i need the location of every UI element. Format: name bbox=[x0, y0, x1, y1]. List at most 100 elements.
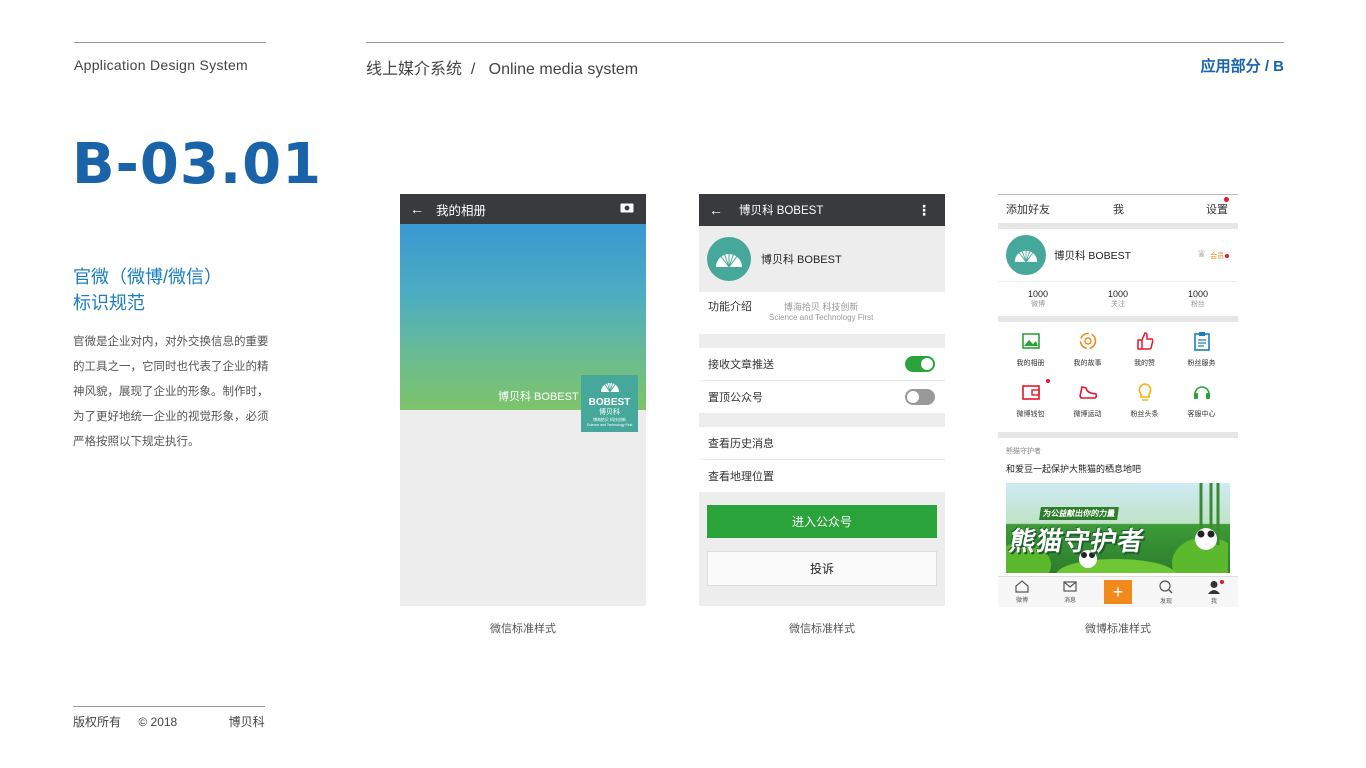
weibo-feature-grid: 我的相册 我的故事 我的赞 粉丝服务 微博钱包 微博运动 粉丝头条 客服中心 bbox=[998, 322, 1238, 432]
settings-button[interactable]: 设置 bbox=[1206, 201, 1228, 217]
nav-home[interactable]: 微博 bbox=[998, 580, 1046, 604]
wallet-icon bbox=[1021, 385, 1040, 400]
weibo-account-name: 博贝科 BOBEST bbox=[1054, 249, 1132, 262]
album-icon bbox=[1021, 333, 1040, 349]
grid-service-center[interactable]: 客服中心 bbox=[1173, 381, 1230, 431]
profile-title-bar: ← 博贝科 BOBEST ⋮ bbox=[699, 194, 945, 226]
intro-row: 功能介绍 博海拾贝 科技创新 Science and Technology Fi… bbox=[699, 292, 945, 334]
stat-weibo[interactable]: 1000 微博 bbox=[998, 289, 1078, 309]
album-cover-name: 博贝科 BOBEST bbox=[498, 391, 579, 403]
shell-logo-icon bbox=[600, 381, 619, 393]
album-avatar: BOBEST 博贝科 博海拾贝 科技创新 Science and Technol… bbox=[581, 375, 638, 432]
weibo-top-bar: 添加好友 我 设置 bbox=[998, 195, 1238, 223]
logo-tag-en: Science and Technology First bbox=[586, 423, 633, 427]
complain-button[interactable]: 投诉 bbox=[707, 551, 937, 586]
header-mid-title: 线上媒介系统 / Online media system bbox=[366, 61, 639, 78]
nav-message[interactable]: 消息 bbox=[1046, 580, 1094, 604]
bulb-icon bbox=[1138, 383, 1151, 401]
stat-fans[interactable]: 1000 粉丝 bbox=[1158, 289, 1238, 309]
grid-headline[interactable]: 粉丝头条 bbox=[1116, 381, 1173, 431]
headset-icon bbox=[1193, 386, 1210, 399]
grid-wallet[interactable]: 微博钱包 bbox=[1002, 379, 1059, 431]
me-title: 我 bbox=[1113, 204, 1124, 216]
section-title-line2: 标识规范 bbox=[73, 293, 145, 313]
enter-account-button[interactable]: 进入公众号 bbox=[707, 505, 937, 538]
feed-banner[interactable]: 为公益献出你的力量 熊猫守护者 bbox=[1006, 483, 1230, 573]
member-dot-icon bbox=[1225, 254, 1229, 258]
notification-dot-icon bbox=[1224, 197, 1229, 202]
banner-small-text: 为公益献出你的力量 bbox=[1039, 507, 1119, 520]
back-arrow-icon[interactable]: ← bbox=[709, 202, 723, 218]
toggle-pin-switch[interactable] bbox=[905, 389, 935, 405]
caption-2: 微信标准样式 bbox=[789, 623, 855, 635]
footer-rule bbox=[73, 706, 265, 707]
grid-story[interactable]: 我的故事 bbox=[1059, 330, 1116, 380]
history-row[interactable]: 查看历史消息 bbox=[699, 427, 945, 459]
story-icon bbox=[1079, 332, 1096, 350]
wechat-album-mockup: ← 我的相册 博贝科 BOBEST BOBEST 博贝科 博海拾贝 科技创新 S… bbox=[400, 194, 646, 606]
back-arrow-icon[interactable]: ← bbox=[410, 201, 424, 217]
profile-bar-title: 博贝科 BOBEST bbox=[739, 205, 824, 217]
history-label: 查看历史消息 bbox=[708, 438, 774, 450]
intro-slogan: 博海拾贝 科技创新 bbox=[783, 302, 859, 312]
account-name: 博贝科 BOBEST bbox=[761, 254, 842, 266]
album-title-bar: ← 我的相册 bbox=[400, 194, 646, 224]
profile-dot-icon bbox=[1220, 579, 1224, 584]
location-row[interactable]: 查看地理位置 bbox=[699, 460, 945, 492]
wallet-dot-icon bbox=[1046, 379, 1050, 383]
weibo-stats: 1000 微博 1000 关注 1000 粉丝 bbox=[998, 281, 1238, 316]
footer-company: 博贝科 bbox=[228, 715, 265, 729]
avatar bbox=[1006, 235, 1046, 275]
footer-year: © 2018 bbox=[138, 715, 178, 729]
shoe-icon bbox=[1078, 386, 1097, 399]
logo-en: BOBEST bbox=[588, 397, 631, 408]
stat-following[interactable]: 1000 关注 bbox=[1078, 289, 1158, 309]
location-label: 查看地理位置 bbox=[708, 471, 774, 483]
shell-logo-icon bbox=[1014, 248, 1038, 263]
feed-text: 和爱豆一起保护大熊猫的栖息地吧 bbox=[1006, 464, 1142, 474]
like-icon bbox=[1136, 332, 1153, 350]
header-right-title: 应用部分 / B bbox=[1200, 58, 1284, 75]
more-icon[interactable]: ⋮ bbox=[917, 202, 931, 219]
footer: 版权所有 © 2018 博贝科 bbox=[73, 713, 279, 730]
camera-icon[interactable] bbox=[620, 202, 634, 216]
weibo-profile-header: 博贝科 BOBEST ♛ 会员 bbox=[998, 229, 1238, 281]
weibo-bottom-nav: 微博 消息 + 发现 我 bbox=[998, 576, 1238, 607]
toggle-push-label: 接收文章推送 bbox=[708, 359, 774, 371]
banner-big-text: 熊猫守护者 bbox=[1007, 526, 1148, 556]
grid-album[interactable]: 我的相册 bbox=[1002, 330, 1059, 380]
section-description: 官微是企业对内，对外交换信息的重要的工具之一，它同时也代表了企业的精神风貌，展现… bbox=[73, 336, 269, 448]
profile-icon bbox=[1208, 580, 1220, 594]
album-cover: 博贝科 BOBEST BOBEST 博贝科 博海拾贝 科技创新 Science … bbox=[400, 224, 646, 432]
header-rule-left bbox=[74, 42, 266, 43]
header-rule-right bbox=[366, 42, 1284, 43]
caption-1: 微信标准样式 bbox=[490, 623, 556, 635]
logo-cn: 博贝科 bbox=[599, 409, 620, 416]
grid-like[interactable]: 我的赞 bbox=[1116, 330, 1173, 380]
member-badge[interactable]: 会员 bbox=[1210, 251, 1224, 261]
discover-icon bbox=[1159, 579, 1173, 593]
wechat-profile-mockup: ← 博贝科 BOBEST ⋮ 博贝科 BOBEST 功能介绍 博海拾贝 科技创新… bbox=[699, 194, 945, 606]
grid-sport[interactable]: 微博运动 bbox=[1059, 381, 1116, 431]
feed-source[interactable]: 熊猫守护者 bbox=[1006, 446, 1238, 456]
toggle-push-row[interactable]: 接收文章推送 bbox=[699, 348, 945, 380]
album-title: 我的相册 bbox=[436, 203, 487, 218]
section-title: 官微（微博/微信） 标识规范 bbox=[73, 264, 273, 316]
toggle-push-switch[interactable] bbox=[905, 356, 935, 372]
toggle-pin-row[interactable]: 置顶公众号 bbox=[699, 381, 945, 413]
intro-label: 功能介绍 bbox=[708, 301, 752, 313]
nav-post[interactable]: + bbox=[1094, 580, 1142, 604]
caption-3: 微博标准样式 bbox=[1085, 623, 1151, 635]
intro-slogan-en: Science and Technology First bbox=[769, 313, 874, 322]
clipboard-icon bbox=[1193, 332, 1210, 351]
footer-copyright: 版权所有 bbox=[73, 715, 122, 729]
grid-fan-service[interactable]: 粉丝服务 bbox=[1173, 330, 1230, 380]
toggle-pin-label: 置顶公众号 bbox=[708, 392, 763, 404]
nav-discover[interactable]: 发现 bbox=[1142, 579, 1190, 605]
avatar bbox=[707, 237, 751, 281]
message-icon bbox=[1063, 580, 1077, 592]
nav-profile[interactable]: 我 bbox=[1190, 579, 1238, 605]
add-friend-button[interactable]: 添加好友 bbox=[1006, 201, 1050, 217]
header-left-title: Application Design System bbox=[74, 57, 249, 73]
section-title-line1: 官微（微博/微信） bbox=[73, 267, 223, 287]
